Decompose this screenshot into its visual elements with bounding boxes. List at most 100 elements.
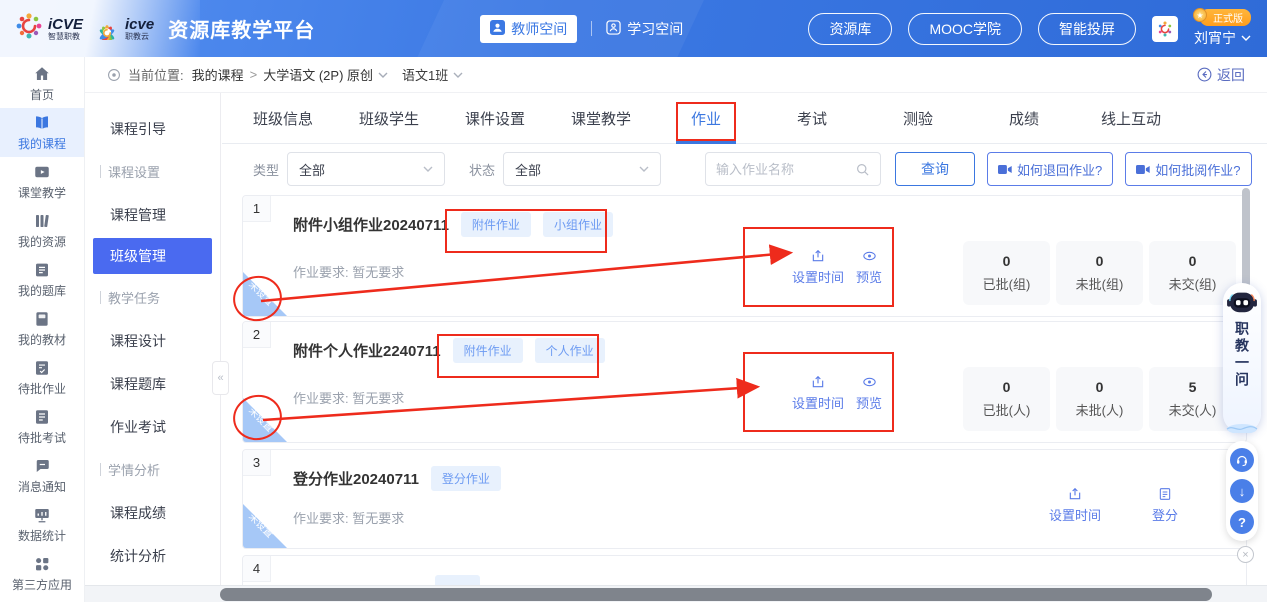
nav-teacher-label: 教师空间 [511,19,567,39]
homework-card-2: 2 附件个人作业2240711 附件作业 个人作业 作业要求: 暂无要求 未设置… [242,321,1247,443]
status-select[interactable]: 全部 [503,152,661,186]
menu-item-course-manage[interactable]: 课程管理 [85,193,220,236]
preview-action[interactable]: 预览 [847,248,891,284]
close-widget-button[interactable]: × [1237,546,1254,563]
grade-entry-action[interactable]: 登分 [1143,486,1187,522]
sidebar-item-home[interactable]: 首页 [0,59,84,108]
sidebar-item-my-question-bank[interactable]: 我的题库 [0,255,84,304]
how-to-return-label: 如何退回作业? [1017,160,1102,179]
medal-icon: ★ [1193,8,1207,22]
nav-student-space[interactable]: 学习空间 [606,19,683,39]
nav-teacher-space[interactable]: 教师空间 [480,15,577,43]
header-nav: 教师空间 学习空间 [480,15,683,43]
tab-grades[interactable]: 成绩 [995,108,1053,129]
app-window: iCVE 智慧职教 icve [0,0,1267,602]
menu-item-class-manage[interactable]: 班级管理 [93,238,212,274]
sidebar-item-my-resources[interactable]: 我的资源 [0,206,84,255]
tab-courseware-settings[interactable]: 课件设置 [465,108,523,129]
not-set-ribbon: 未设置 [243,398,287,442]
resource-library-button[interactable]: 资源库 [808,13,892,45]
set-time-action[interactable]: 设置时间 [1043,486,1107,522]
grade-sheet-icon [1157,486,1173,502]
menu-item-statistics[interactable]: 统计分析 [85,534,220,577]
assistant-wave-decoration [1225,421,1259,433]
icve-yun-logo: icve 职教云 [93,12,154,45]
assistant-widget[interactable]: 职教一问 [1223,283,1261,433]
homework-check-icon [33,359,51,377]
sidebar-item-classroom-teaching[interactable]: 课堂教学 [0,157,84,206]
back-button[interactable]: 返回 [1197,65,1245,85]
logo2-sub: 职教云 [125,33,154,41]
homework-stats: 0已批(组) 0未批(组) 0未交(组) [963,241,1236,305]
sidebar-item-my-textbooks[interactable]: 我的教材 [0,304,84,353]
menu-item-course-score[interactable]: 课程成绩 [85,491,220,534]
homework-card-1: 1 附件小组作业20240711 附件作业 小组作业 作业要求: 暂无要求 未设… [242,195,1247,317]
menu-item-course-guide[interactable]: 课程引导 [85,107,220,150]
horizontal-scrollbar-thumb[interactable] [220,588,1212,601]
breadcrumb-class-dropdown[interactable]: 语文1班 [402,65,463,84]
tab-homework[interactable]: 作业 [677,108,735,129]
sidebar-item-pending-homework[interactable]: 待批作业 [0,353,84,402]
sidebar-item-data-statistics[interactable]: 数据统计 [0,500,84,549]
vertical-scrollbar-thumb[interactable] [1242,188,1250,290]
homework-index: 3 [243,450,271,476]
user-name: 刘宵宁 [1194,28,1236,48]
menu-item-course-bank[interactable]: 课程题库 [85,362,220,405]
how-to-review-homework-button[interactable]: 如何批阅作业? [1125,152,1251,186]
homework-search-input[interactable] [716,162,855,177]
version-badge-label: 正式版 [1213,14,1243,25]
sidebar-item-pending-exams[interactable]: 待批考试 [0,402,84,451]
icon-sidebar: 首页 我的课程 课堂教学 我的资源 我的题库 我的教材 待批作业 待批考试 [0,57,85,602]
menu-item-homework-exam[interactable]: 作业考试 [85,405,220,448]
query-button[interactable]: 查询 [895,152,975,186]
homework-stats: 0已批(人) 0未批(人) 5未交(人) [963,367,1236,431]
preview-label: 预览 [856,396,882,411]
set-time-label: 设置时间 [792,396,844,411]
headset-icon [1235,453,1249,467]
menu-item-course-design[interactable]: 课程设计 [85,319,220,362]
set-time-action[interactable]: 设置时间 [786,374,850,410]
open-book-icon [33,114,51,132]
set-time-action[interactable]: 设置时间 [786,248,850,284]
library-books-icon [33,212,51,230]
breadcrumb-course-dropdown[interactable]: 大学语文 (2P) 原创 [263,65,388,84]
preview-label: 预览 [856,270,882,285]
menu-collapse-handle[interactable]: « [212,361,229,395]
logo1-sub: 智慧职教 [48,33,83,41]
homework-title: 登分作业20240711 [293,468,419,489]
download-button[interactable]: ↓ [1230,479,1254,503]
help-button[interactable]: ? [1230,510,1254,534]
eye-icon [861,374,878,390]
tab-quiz[interactable]: 测验 [889,108,947,129]
chevron-down-icon [639,166,649,172]
icve-mini-logo-icon[interactable] [1152,16,1178,42]
sidebar-item-third-party-apps[interactable]: 第三方应用 [0,549,84,598]
tab-exam[interactable]: 考试 [783,108,841,129]
robot-icon [1225,288,1259,316]
smart-cast-button[interactable]: 智能投屏 [1038,13,1136,45]
how-to-return-homework-button[interactable]: 如何退回作业? [987,152,1113,186]
mooc-college-button[interactable]: MOOC学院 [908,13,1022,45]
tab-bar: 班级信息 班级学生 课件设置 课堂教学 作业 考试 测验 成绩 线上互动 [222,93,1267,144]
chevron-down-icon [378,72,388,78]
tab-classroom-teaching[interactable]: 课堂教学 [571,108,629,129]
sidebar-item-messages[interactable]: 消息通知 [0,451,84,500]
type-select[interactable]: 全部 [287,152,445,186]
preview-action[interactable]: 预览 [847,374,891,410]
sidebar-item-label: 我的题库 [18,282,66,299]
tab-online-interaction[interactable]: 线上互动 [1101,108,1159,129]
assistant-label: 职教一问 [1232,321,1252,389]
tab-class-info[interactable]: 班级信息 [253,108,311,129]
homework-tag [435,575,480,585]
nav-student-label: 学习空间 [627,19,683,39]
set-time-upload-icon [810,248,826,264]
homework-tag: 个人作业 [535,338,605,363]
sidebar-item-my-courses[interactable]: 我的课程 [0,108,84,157]
breadcrumb-my-courses[interactable]: 我的课程 [192,65,244,84]
search-icon [855,162,870,177]
tab-class-students[interactable]: 班级学生 [359,108,417,129]
user-menu[interactable]: ★ 正式版 刘宵宁 [1194,9,1251,48]
homework-tag: 附件作业 [461,212,531,237]
platform-title: 资源库教学平台 [168,14,315,43]
customer-service-button[interactable] [1230,448,1254,472]
